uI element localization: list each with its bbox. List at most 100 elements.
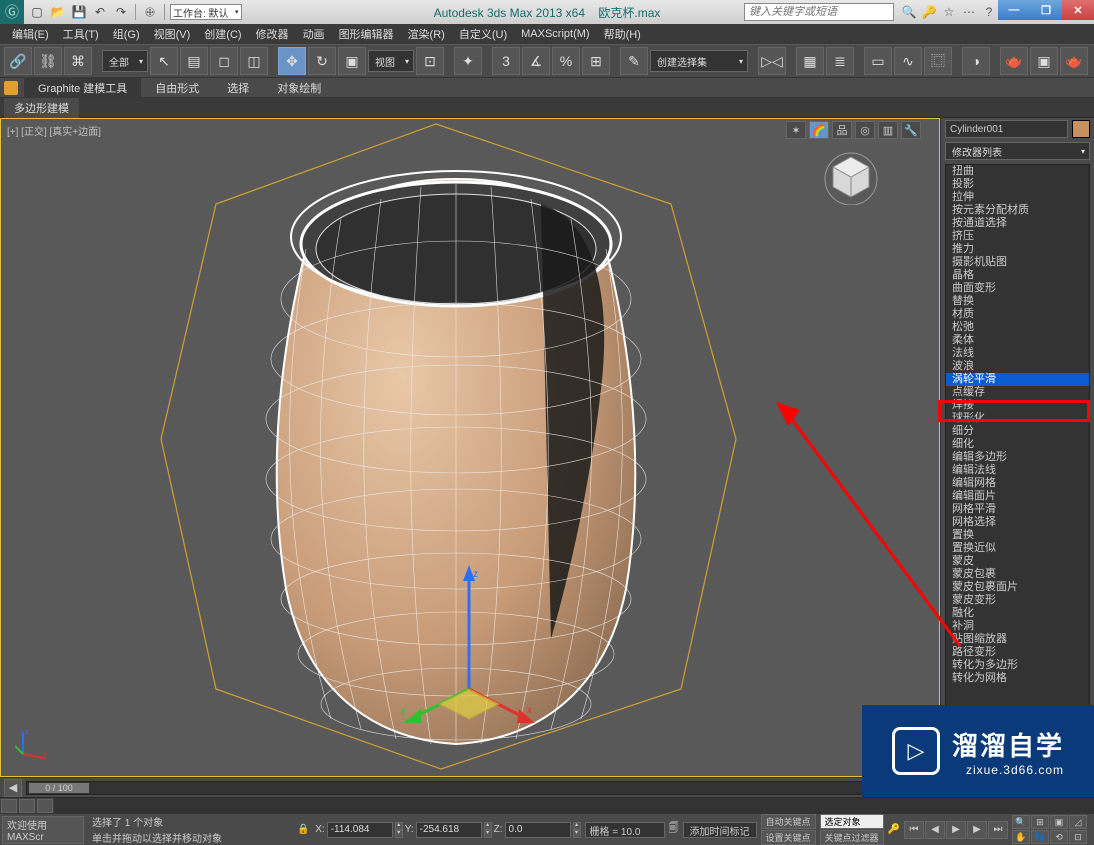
render-icon[interactable]: 🫖 xyxy=(1060,47,1088,75)
schematic-icon[interactable]: ⿴ xyxy=(924,47,952,75)
keymode-dropdown[interactable]: 选定对象 xyxy=(820,814,884,829)
goto-end-icon[interactable]: ⏭ xyxy=(988,821,1008,839)
modifier-item[interactable]: 置换 xyxy=(946,529,1089,542)
menu-item[interactable]: 渲染(R) xyxy=(402,24,451,44)
rotate-icon[interactable]: ↻ xyxy=(308,47,336,75)
modifier-item[interactable]: 晶格 xyxy=(946,269,1089,282)
menu-item[interactable]: 组(G) xyxy=(107,24,146,44)
modifier-item[interactable]: 柔体 xyxy=(946,334,1089,347)
search-icon[interactable]: 🔍 xyxy=(900,3,918,21)
transform-gizmo[interactable]: z x y xyxy=(399,559,539,739)
help-search[interactable] xyxy=(744,3,894,21)
window-cross-icon[interactable]: ◫ xyxy=(240,47,268,75)
zoom-ext-icon[interactable]: ▣ xyxy=(1050,815,1068,829)
menu-item[interactable]: 帮助(H) xyxy=(598,24,647,44)
timetag-icon[interactable]: 🗐 xyxy=(669,821,679,838)
zoom-all-icon[interactable]: ⊞ xyxy=(1031,815,1049,829)
new-icon[interactable]: ▢ xyxy=(28,3,46,21)
key-icon[interactable]: 🔑 xyxy=(888,824,900,835)
render-frame-icon[interactable]: ▣ xyxy=(1030,47,1058,75)
favorites-icon[interactable]: ⋯ xyxy=(960,3,978,21)
menu-item[interactable]: 工具(T) xyxy=(57,24,105,44)
exchange-icon[interactable]: ☆ xyxy=(940,3,958,21)
setkey-button[interactable]: 设置关键点 xyxy=(761,830,816,845)
autokey-button[interactable]: 自动关键点 xyxy=(761,814,816,829)
menu-item[interactable]: MAXScript(M) xyxy=(515,26,595,42)
select-rect-icon[interactable]: ◻ xyxy=(210,47,238,75)
coord-y-input[interactable] xyxy=(416,822,482,838)
zoom-icon[interactable]: 🔍 xyxy=(1012,815,1030,829)
coord-x-input[interactable] xyxy=(327,822,393,838)
modifier-item[interactable]: 焊接 xyxy=(946,399,1089,412)
play-icon[interactable]: ▶ xyxy=(946,821,966,839)
open-icon[interactable]: 📂 xyxy=(49,3,67,21)
ribbon-tab[interactable]: 对象绘制 xyxy=(263,77,335,99)
project-icon[interactable]: 🕀 xyxy=(141,3,159,21)
modifier-item[interactable]: 按通道选择 xyxy=(946,217,1089,230)
viewport[interactable]: [+] [正交] [真实+边面] xyxy=(0,118,940,777)
modifier-item[interactable]: 细化 xyxy=(946,438,1089,451)
named-sel-icon[interactable]: ✎ xyxy=(620,47,648,75)
minimize-button[interactable]: — xyxy=(998,0,1030,20)
modifier-item[interactable]: 按元素分配材质 xyxy=(946,204,1089,217)
menu-item[interactable]: 自定义(U) xyxy=(453,24,513,44)
redo-icon[interactable]: ↷ xyxy=(112,3,130,21)
select-name-icon[interactable]: ▤ xyxy=(180,47,208,75)
ribbon-toggle-icon[interactable]: ▭ xyxy=(864,47,892,75)
layers-icon[interactable]: ≣ xyxy=(826,47,854,75)
modifier-item[interactable]: 蒙皮变形 xyxy=(946,594,1089,607)
motion-tab-icon[interactable]: ◎ xyxy=(855,121,875,139)
scale-icon[interactable]: ▣ xyxy=(338,47,366,75)
modifier-list-dropdown[interactable]: 修改器列表 xyxy=(945,142,1090,160)
material-editor-icon[interactable]: ◑ xyxy=(962,47,990,75)
walk-icon[interactable]: 👣 xyxy=(1031,830,1049,844)
modifier-item[interactable]: 细分 xyxy=(946,425,1089,438)
link-icon[interactable]: 🔗 xyxy=(4,47,32,75)
menu-item[interactable]: 修改器 xyxy=(250,24,295,44)
hierarchy-tab-icon[interactable]: 品 xyxy=(832,121,852,139)
utilities-tab-icon[interactable]: 🔧 xyxy=(901,121,921,139)
create-tab-icon[interactable]: ✶ xyxy=(786,121,806,139)
maximize-button[interactable]: ❐ xyxy=(1030,0,1062,20)
keyfilter-button[interactable]: 关键点过滤器 xyxy=(820,830,884,845)
ribbon-chip-icon[interactable] xyxy=(4,81,18,95)
time-thumb[interactable]: 0 / 100 xyxy=(29,783,89,793)
goto-start-icon[interactable]: ⏮ xyxy=(904,821,924,839)
modifier-item[interactable]: 松弛 xyxy=(946,321,1089,334)
lock-icon[interactable]: 🔒 xyxy=(295,824,311,835)
menu-item[interactable]: 编辑(E) xyxy=(6,24,55,44)
mirror-icon[interactable]: ▷◁ xyxy=(758,47,786,75)
modifier-item[interactable]: 球形化 xyxy=(946,412,1089,425)
modifier-item[interactable]: 蒙皮 xyxy=(946,555,1089,568)
render-setup-icon[interactable]: 🫖 xyxy=(1000,47,1028,75)
object-name-field[interactable]: Cylinder001 xyxy=(945,120,1068,138)
modifier-item[interactable]: 置换近似 xyxy=(946,542,1089,555)
modifier-item[interactable]: 挤压 xyxy=(946,230,1089,243)
menu-item[interactable]: 图形编辑器 xyxy=(333,24,400,44)
refcoord-dropdown[interactable]: 视图 xyxy=(368,50,414,72)
fov-icon[interactable]: ◿ xyxy=(1069,815,1087,829)
save-icon[interactable]: 💾 xyxy=(70,3,88,21)
curve-editor-icon[interactable]: ∿ xyxy=(894,47,922,75)
undo-icon[interactable]: ↶ xyxy=(91,3,109,21)
time-prev-icon[interactable]: ◀ xyxy=(4,779,22,797)
modifier-item[interactable]: 网格选择 xyxy=(946,516,1089,529)
namedsel-dropdown[interactable]: 创建选择集 xyxy=(650,50,748,72)
orbit-icon[interactable]: ⟲ xyxy=(1050,830,1068,844)
track-ruler[interactable] xyxy=(54,798,1094,813)
viewcube[interactable] xyxy=(823,149,879,205)
align-icon[interactable]: ▦ xyxy=(796,47,824,75)
track-filter-icon[interactable] xyxy=(19,799,35,813)
workspace-dropdown[interactable]: 工作台: 默认▾ xyxy=(170,4,242,20)
modifier-item[interactable]: 曲面变形 xyxy=(946,282,1089,295)
menu-item[interactable]: 创建(C) xyxy=(198,24,247,44)
modifier-item[interactable]: 涡轮平滑 xyxy=(946,373,1089,386)
modifier-item[interactable]: 替换 xyxy=(946,295,1089,308)
app-icon[interactable]: Ⓖ xyxy=(0,0,24,24)
add-timetag[interactable]: 添加时间标记 xyxy=(683,822,757,838)
spinner-snap-icon[interactable]: ⊞ xyxy=(582,47,610,75)
modifier-item[interactable]: 编辑多边形 xyxy=(946,451,1089,464)
max-toggle-icon[interactable]: ⊡ xyxy=(1069,830,1087,844)
modify-tab-icon[interactable]: 🌈 xyxy=(809,121,829,139)
modifier-item[interactable]: 融化 xyxy=(946,607,1089,620)
